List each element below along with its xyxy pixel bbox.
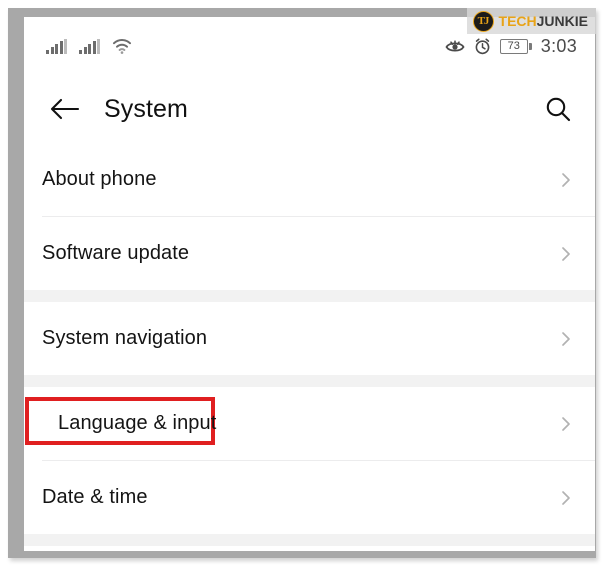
settings-group: Phone Clone — [24, 546, 595, 551]
screenshot-root: 73 3:03 System About phone Software upda… — [0, 0, 604, 569]
status-bar-left — [46, 38, 132, 54]
chevron-right-icon — [557, 330, 577, 348]
search-icon — [544, 95, 572, 123]
settings-group: About phone Software update — [24, 143, 595, 290]
chevron-right-icon — [557, 171, 577, 189]
arrow-left-icon — [50, 98, 80, 120]
search-button[interactable] — [539, 90, 577, 128]
status-bar-right: 73 3:03 — [445, 36, 577, 57]
app-bar: System — [24, 75, 595, 143]
device-screen: 73 3:03 System About phone Software upda… — [24, 17, 595, 551]
eye-comfort-icon — [445, 38, 465, 54]
settings-row-label: Language & input — [58, 412, 217, 434]
watermark-text-junkie: JUNKIE — [536, 13, 588, 29]
settings-row-about-phone[interactable]: About phone — [24, 143, 595, 216]
settings-group: Language & input Date & time — [24, 387, 595, 534]
back-button[interactable] — [46, 90, 84, 128]
settings-list: About phone Software update System navigat… — [24, 143, 595, 551]
settings-group-separator — [24, 290, 595, 302]
wifi-icon — [112, 38, 132, 54]
settings-row-label: Software update — [42, 242, 190, 264]
chevron-right-icon — [557, 245, 577, 263]
settings-row-date-time[interactable]: Date & time — [24, 461, 595, 534]
watermark-text: TECHJUNKIE — [499, 13, 588, 29]
settings-row-label: About phone — [42, 168, 157, 190]
battery-cap — [529, 42, 532, 50]
watermark-text-tech: TECH — [498, 13, 537, 29]
techjunkie-logo-icon: TJ — [472, 10, 494, 32]
settings-row-software-update[interactable]: Software update — [24, 217, 595, 290]
signal-bars-icon-2 — [79, 39, 100, 54]
settings-group: System navigation — [24, 302, 595, 375]
battery-percent-label: 73 — [499, 38, 528, 54]
settings-group-separator — [24, 534, 595, 546]
watermark-techjunkie: TJ TECHJUNKIE — [466, 8, 596, 34]
settings-row-language-input[interactable]: Language & input — [24, 387, 595, 460]
signal-bars-icon — [46, 39, 67, 54]
settings-row-label: System navigation — [42, 327, 208, 349]
status-clock: 3:03 — [540, 35, 577, 56]
battery-icon: 73 — [499, 38, 532, 54]
settings-group-separator — [24, 375, 595, 387]
page-title: System — [104, 94, 188, 123]
settings-row-label: Date & time — [42, 486, 148, 508]
chevron-right-icon — [557, 415, 577, 433]
settings-row-system-navigation[interactable]: System navigation — [24, 302, 595, 375]
alarm-clock-icon — [474, 38, 491, 55]
settings-row-phone-clone[interactable]: Phone Clone — [24, 546, 595, 551]
device-bezel: 73 3:03 System About phone Software upda… — [8, 8, 596, 558]
chevron-right-icon — [557, 489, 577, 507]
